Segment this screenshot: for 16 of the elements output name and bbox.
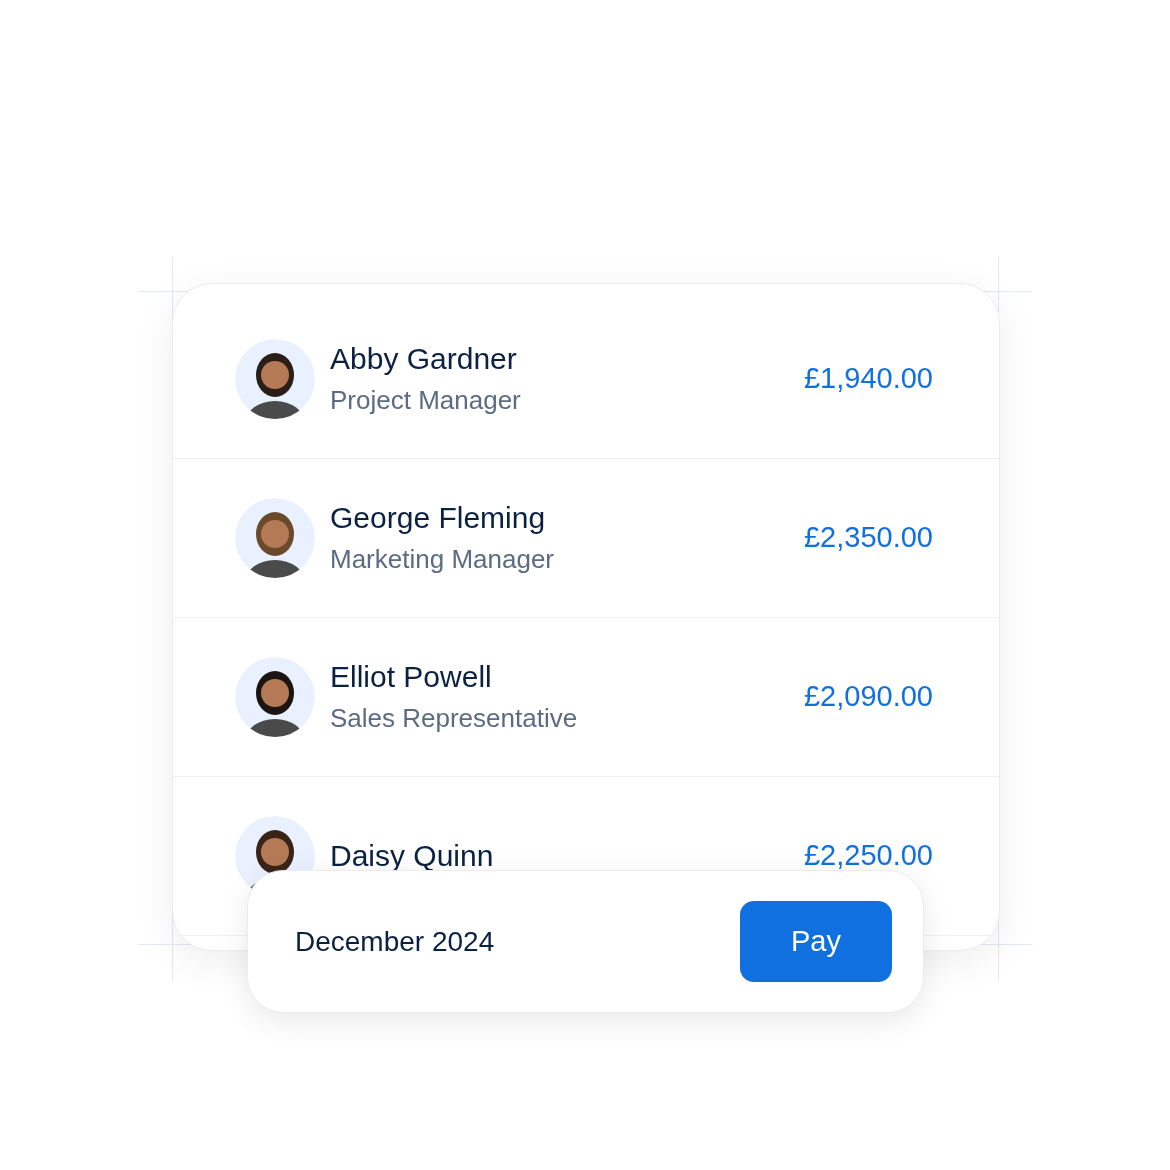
pay-button[interactable]: Pay bbox=[740, 901, 892, 982]
employee-name: Abby Gardner bbox=[330, 341, 517, 378]
salary-amount: £2,250.00 bbox=[804, 838, 933, 874]
employee-role: Project Manager bbox=[330, 385, 521, 417]
employee-name: Daisy Quinn bbox=[330, 838, 494, 874]
salary-amount: £1,940.00 bbox=[804, 361, 933, 397]
employee-role: Marketing Manager bbox=[330, 544, 554, 576]
employee-name: George Fleming bbox=[330, 500, 546, 537]
avatar-icon bbox=[235, 657, 315, 737]
pay-period: December 2024 bbox=[295, 924, 495, 959]
salary-amount: £2,350.00 bbox=[804, 520, 933, 556]
avatar-icon bbox=[235, 339, 315, 419]
employee-name: Elliot Powell bbox=[330, 659, 492, 696]
employee-role: Sales Representative bbox=[330, 703, 578, 735]
avatar-icon bbox=[235, 498, 315, 578]
salary-amount: £2,090.00 bbox=[804, 679, 933, 715]
